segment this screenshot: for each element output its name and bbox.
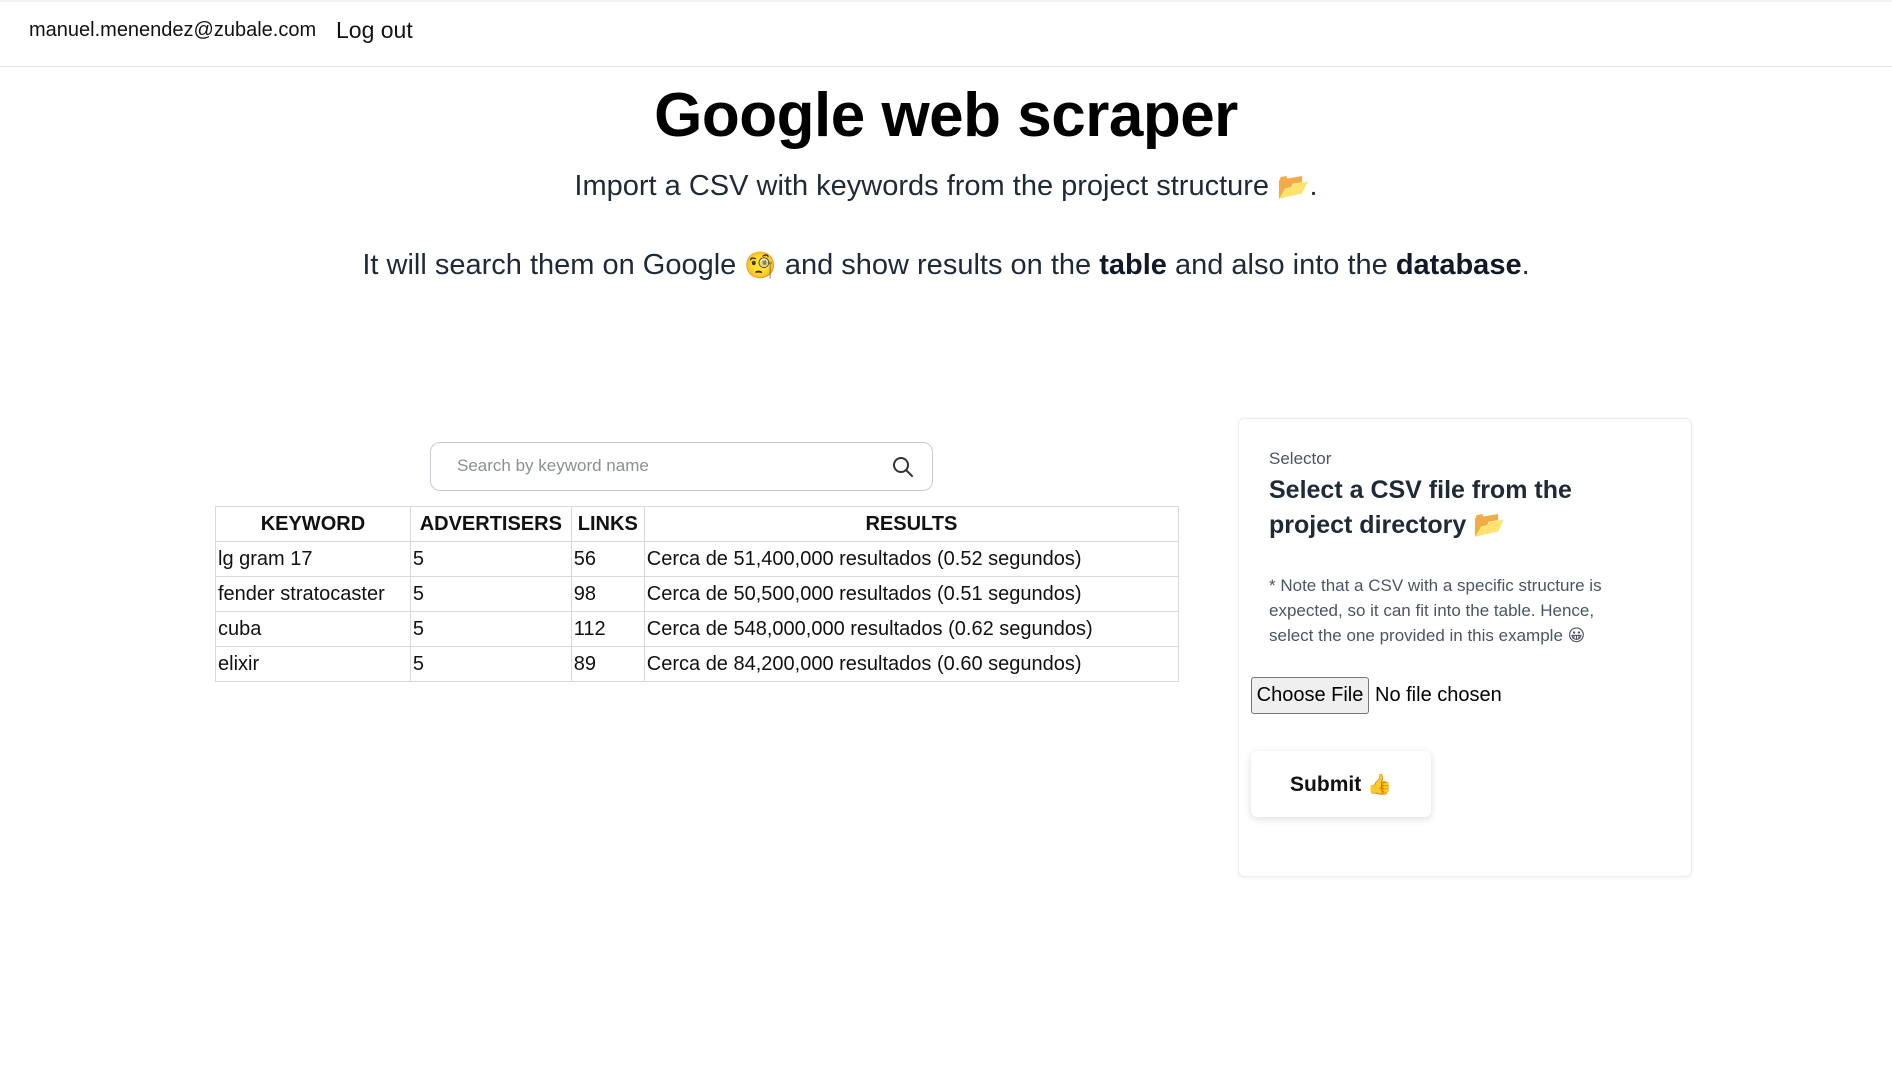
hero-subtitle-search: It will search them on Google 🧐 and show… bbox=[0, 249, 1892, 282]
csv-selector-card: Selector Select a CSV file from the proj… bbox=[1238, 418, 1692, 877]
column-header-keyword: KEYWORD bbox=[215, 506, 411, 542]
cell-results: Cerca de 548,000,000 resultados (0.62 se… bbox=[643, 611, 1180, 647]
monocle-face-icon: 🧐 bbox=[744, 251, 777, 281]
cell-keyword: fender stratocaster bbox=[215, 576, 411, 612]
selector-heading: Select a CSV file from the project direc… bbox=[1269, 473, 1659, 543]
choose-file-button[interactable]: Choose File bbox=[1251, 677, 1369, 714]
cell-links: 98 bbox=[570, 576, 645, 612]
hero-subtitle-search-part3: and also into the bbox=[1174, 249, 1388, 281]
folder-icon: 📂 bbox=[1277, 172, 1310, 202]
cell-results: Cerca de 50,500,000 resultados (0.51 seg… bbox=[643, 576, 1180, 612]
table-row: elixir 5 89 Cerca de 84,200,000 resultad… bbox=[215, 646, 1180, 682]
logout-link[interactable]: Log out bbox=[336, 17, 413, 44]
hero-subtitle-search-part2: and show results on the bbox=[784, 249, 1092, 281]
top-nav-bar: manuel.menendez@zubale.com Log out bbox=[0, 0, 1892, 67]
cell-results: Cerca de 84,200,000 resultados (0.60 seg… bbox=[643, 646, 1180, 682]
hero-subtitle-search-table-bold: table bbox=[1099, 249, 1167, 281]
table-row: lg gram 17 5 56 Cerca de 51,400,000 resu… bbox=[215, 541, 1180, 577]
folder-icon: 📂 bbox=[1473, 510, 1506, 540]
grinning-face-icon: 😀 bbox=[1567, 626, 1586, 646]
results-table: KEYWORD ADVERTISERS LINKS RESULTS lg gra… bbox=[215, 506, 1180, 682]
cell-keyword: cuba bbox=[215, 611, 411, 647]
hero-subtitle-search-part1: It will search them on Google bbox=[362, 249, 737, 281]
hero-subtitle-search-database-bold: database bbox=[1395, 249, 1522, 281]
table-header-row: KEYWORD ADVERTISERS LINKS RESULTS bbox=[215, 506, 1180, 542]
hero-subtitle-import-text: Import a CSV with keywords from the proj… bbox=[574, 170, 1270, 202]
cell-links: 56 bbox=[570, 541, 645, 577]
hero-subtitle-search-period: . bbox=[1521, 249, 1530, 281]
cell-advertisers: 5 bbox=[409, 576, 572, 612]
search-icon[interactable] bbox=[891, 455, 915, 479]
csv-structure-note-text: * Note that a CSV with a specific struct… bbox=[1269, 576, 1602, 645]
column-header-advertisers: ADVERTISERS bbox=[409, 506, 572, 542]
column-header-results: RESULTS bbox=[643, 506, 1180, 542]
cell-links: 112 bbox=[570, 611, 645, 647]
cell-advertisers: 5 bbox=[409, 611, 572, 647]
file-status-text: No file chosen bbox=[1375, 684, 1502, 706]
selector-label: Selector bbox=[1269, 449, 1332, 468]
table-row: fender stratocaster 5 98 Cerca de 50,500… bbox=[215, 576, 1180, 612]
page-title: Google web scraper bbox=[654, 81, 1238, 150]
hero-subtitle-import: Import a CSV with keywords from the proj… bbox=[0, 170, 1892, 203]
cell-advertisers: 5 bbox=[409, 541, 572, 577]
table-row: cuba 5 112 Cerca de 548,000,000 resultad… bbox=[215, 611, 1180, 647]
search-input[interactable] bbox=[433, 445, 873, 487]
user-email: manuel.menendez@zubale.com bbox=[29, 19, 317, 41]
csv-structure-note: * Note that a CSV with a specific struct… bbox=[1269, 573, 1639, 649]
submit-label: Submit bbox=[1290, 772, 1362, 796]
cell-advertisers: 5 bbox=[409, 646, 572, 682]
cell-keyword: lg gram 17 bbox=[215, 541, 411, 577]
search-box bbox=[430, 442, 933, 491]
submit-button[interactable]: Submit 👍 bbox=[1251, 751, 1431, 817]
selector-heading-text: Select a CSV file from the project direc… bbox=[1269, 476, 1572, 539]
hero-subtitle-import-period: . bbox=[1309, 170, 1318, 202]
column-header-links: LINKS bbox=[570, 506, 645, 542]
cell-links: 89 bbox=[570, 646, 645, 682]
cell-results: Cerca de 51,400,000 resultados (0.52 seg… bbox=[643, 541, 1180, 577]
cell-keyword: elixir bbox=[215, 646, 411, 682]
thumbs-up-icon: 👍 bbox=[1367, 771, 1392, 796]
